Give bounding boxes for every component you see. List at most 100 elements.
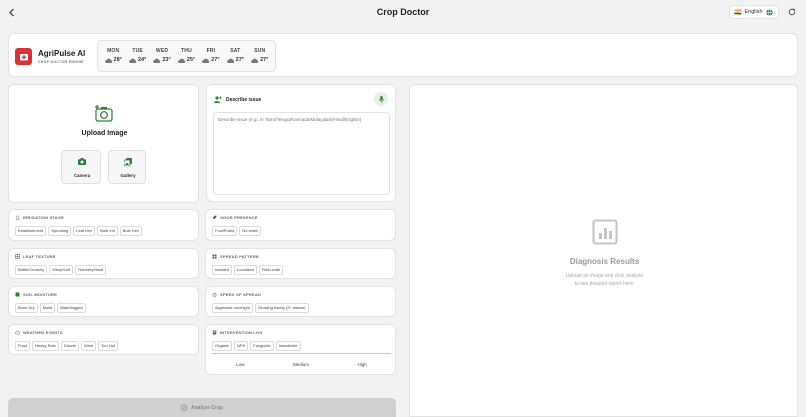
leaf-texture-title: LEAF TEXTURE [23, 254, 56, 259]
timer-icon [212, 292, 217, 297]
option-chip[interactable]: Leaf Dev [73, 226, 96, 236]
intervention-log-title: INTERVENTION LOG [220, 330, 263, 335]
camera-label: Camera [73, 173, 91, 178]
odor-presence-options: Foul/Putrid No smell [212, 226, 389, 236]
analyze-crop-label: Analyze Crop [191, 404, 223, 411]
camera-button[interactable]: Camera [61, 150, 101, 184]
gallery-button[interactable]: Gallery [108, 150, 146, 184]
option-chip[interactable]: Organic [212, 341, 233, 351]
cloud-icon [15, 331, 20, 335]
brand-logo-icon [15, 48, 32, 65]
speed-of-spread-options: Appeared overnight Growing slowly (2+ wee… [212, 303, 389, 313]
option-chip[interactable]: Bulb Dev [119, 226, 142, 236]
option-chip[interactable]: Field-wide [258, 265, 284, 275]
weather-day-tue: TUE 24° [127, 48, 149, 71]
describe-issue-input[interactable] [213, 112, 390, 195]
irrigation-stage-options: Establishment Sprouting Leaf Dev Bulb Init B… [15, 226, 192, 236]
leaf-icon [213, 215, 217, 219]
describe-title: Describe issue [226, 97, 262, 103]
option-chip[interactable]: Growing slowly (2+ weeks) [254, 303, 309, 313]
option-chip[interactable]: Foul/Putrid [212, 226, 238, 236]
weather-day-fri: FRI 27° [200, 48, 222, 71]
option-chip[interactable]: Slimy/Soft [49, 265, 74, 275]
option-chip[interactable]: Wind [81, 341, 97, 351]
grid-icon [15, 254, 20, 259]
spread-pattern-card: SPREAD PATTERN Isolated Localized Field-wi… [205, 248, 396, 279]
level-low[interactable]: Low [236, 362, 244, 367]
option-chip[interactable]: Isolated [212, 265, 233, 275]
level-high[interactable]: High [357, 362, 366, 367]
weather-forecast: MON 28° TUE 24° WED 23° THU 25° FRI 27° SAT 27° SUN 2… [97, 40, 276, 72]
weather-temp: 28° [113, 57, 122, 63]
weather-day-wed: WED 23° [151, 48, 173, 71]
option-chip[interactable]: Insecticide [275, 341, 301, 351]
soil-moisture-card: SOIL MOISTURE Bone Dry Moist Waterlogged [8, 286, 199, 317]
spread-pattern-title: SPREAD PATTERN [220, 254, 259, 259]
soil-moisture-title: SOIL MOISTURE [23, 292, 58, 297]
option-chip[interactable]: Brittle/Crunchy [15, 265, 48, 275]
upload-card: Upload Image Camera Gallery [8, 84, 199, 203]
option-chip[interactable]: Too Hot [98, 341, 118, 351]
option-chip[interactable]: Heavy Rain [32, 341, 59, 351]
camera-icon [78, 158, 86, 165]
cloud-icon [226, 58, 234, 63]
option-chip[interactable]: Appeared overnight [212, 303, 253, 313]
spread-pattern-options: Isolated Localized Field-wide [212, 265, 389, 275]
page-title: Crop Doctor [376, 7, 430, 17]
weather-temp: 23° [162, 57, 171, 63]
weather-temp: 27° [211, 57, 220, 63]
cloud-icon [202, 58, 210, 63]
option-chip[interactable]: Moist [39, 303, 56, 313]
intensity-levels: Low Medium High [212, 362, 391, 367]
option-chip[interactable]: Frost [15, 341, 31, 351]
option-chip[interactable]: NPK [234, 341, 249, 351]
option-chip[interactable]: Sprouting [48, 226, 72, 236]
add-photo-icon[interactable] [94, 103, 114, 123]
speed-of-spread-card: SPEED OF SPREAD Appeared overnight Growin… [205, 286, 396, 317]
refresh-button[interactable] [786, 6, 798, 18]
weather-day-label: FRI [206, 48, 216, 54]
analyze-crop-button[interactable]: Analyze Crop [8, 398, 396, 417]
option-chip[interactable]: Waterlogged [57, 303, 86, 313]
weather-day-sun: SUN 27° [249, 48, 271, 71]
top-bar: AgriPulse AI CROP DOCTOR ENGINE MON 28° TU… [8, 33, 798, 77]
option-chip[interactable]: Localized [234, 265, 257, 275]
language-label: English [744, 9, 763, 15]
leaf-texture-card: LEAF TEXTURE Brittle/Crunchy Slimy/Soft Ru… [8, 248, 199, 279]
weather-day-label: WED [155, 48, 169, 54]
refresh-icon [788, 8, 796, 16]
results-hint-1: Upload an image and click analyze [565, 273, 644, 279]
option-chip[interactable]: Fungicide [250, 341, 274, 351]
weather-temp: 27° [260, 57, 269, 63]
weather-day-label: THU [181, 48, 192, 54]
intervention-log-card: INTERVENTION LOG Organic NPK Fungicide Inse… [205, 324, 396, 375]
option-chip[interactable]: Drizzle [60, 341, 80, 351]
pattern-icon [212, 254, 217, 259]
results-hint-2: to see detailed report here. [574, 281, 635, 287]
level-medium[interactable]: Medium [293, 362, 309, 367]
weather-day-thu: THU 25° [175, 48, 197, 71]
option-chip[interactable]: Rubbery/Hard [75, 265, 107, 275]
gallery-label: Gallery [120, 173, 136, 178]
analyze-icon [181, 404, 187, 411]
results-title: Diagnosis Results [569, 257, 640, 266]
option-chip[interactable]: No smell [239, 226, 261, 236]
cloud-icon [129, 58, 137, 63]
intervention-log-options: Organic NPK Fungicide Insecticide [212, 341, 389, 351]
option-chip[interactable]: Bone Dry [15, 303, 38, 313]
chart-placeholder-icon [592, 219, 618, 245]
intensity-slider-track[interactable] [212, 353, 391, 354]
weather-day-label: MON [107, 48, 120, 54]
option-chip[interactable]: Bulb Init [97, 226, 118, 236]
odor-presence-title: ODOR PRESENCE [220, 215, 258, 220]
cloud-icon [153, 58, 161, 63]
weather-temp: 24° [137, 57, 147, 63]
option-chip[interactable]: Establishment [15, 226, 47, 236]
voice-input-button[interactable] [374, 92, 388, 106]
microphone-icon [378, 95, 384, 103]
weather-events-options: Frost Heavy Rain Drizzle Wind Too Hot [15, 341, 192, 351]
weather-day-label: SUN [254, 48, 266, 54]
weather-day-sat: SAT 27° [224, 48, 246, 71]
weather-day-mon: MON 28° [102, 48, 124, 71]
language-selector[interactable]: 🇮🇳 English [729, 5, 779, 19]
